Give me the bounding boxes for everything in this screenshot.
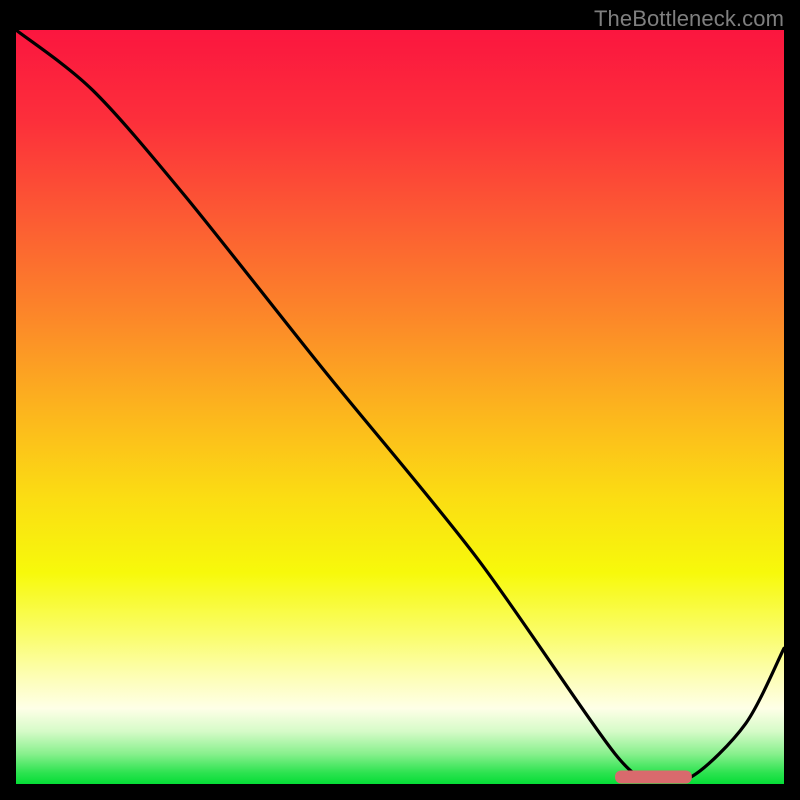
chart-background-gradient [16, 30, 784, 784]
bottleneck-chart [16, 30, 784, 784]
frame-bottom [0, 784, 800, 800]
frame-left [0, 0, 16, 800]
watermark-text: TheBottleneck.com [594, 6, 784, 32]
frame-right [784, 0, 800, 800]
